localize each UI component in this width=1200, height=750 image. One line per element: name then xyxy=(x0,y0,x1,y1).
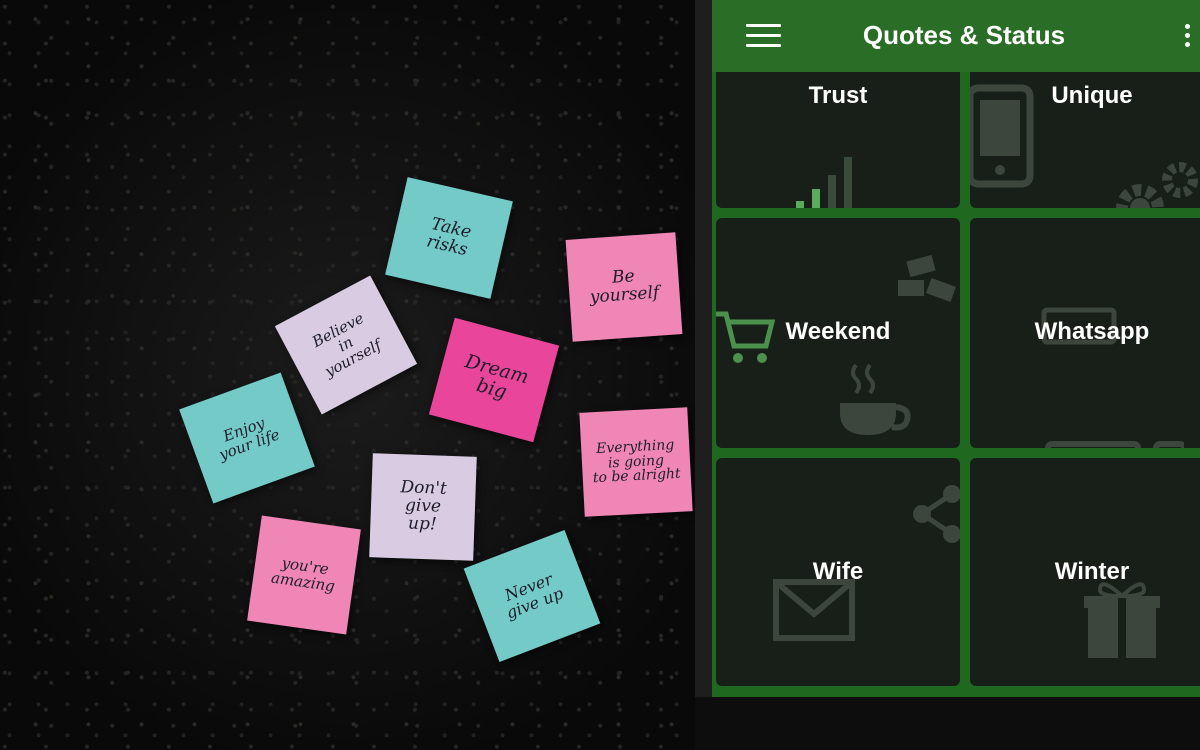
sticky-note-dream-big: Dream big xyxy=(428,317,560,443)
mail-envelope-icon xyxy=(773,579,855,641)
sticky-note-be-yourself: Be yourself xyxy=(565,232,683,342)
category-label: Whatsapp xyxy=(1034,318,1150,345)
gift-box-icon xyxy=(1084,582,1160,658)
sticky-note-enjoy-your-life: Enjoy your life xyxy=(179,372,315,504)
category-tile-whatsapp[interactable]: Whatsapp xyxy=(970,218,1200,448)
category-label: Winter xyxy=(1054,558,1130,585)
panel-divider xyxy=(695,0,712,750)
share-icon xyxy=(913,485,960,543)
category-tile-weekend[interactable]: Weekend xyxy=(716,218,960,448)
coffee-cup-icon xyxy=(840,363,911,435)
app-bar: Quotes & Status xyxy=(712,0,1200,72)
bottom-strip xyxy=(695,697,1200,750)
sticky-note-youre-amazing: you're amazing xyxy=(247,515,361,635)
sticky-note-dont-give-up: Don't give up! xyxy=(369,453,477,561)
quotes-app-panel: Trust Unique Weekend Whatsapp Wife Winte… xyxy=(712,0,1200,697)
category-tile-winter[interactable]: Winter xyxy=(970,458,1200,686)
signal-bars-icon xyxy=(796,157,852,208)
background-photo: Take risks Be yourself Believe in yourse… xyxy=(0,0,695,750)
sticky-note-believe-in-yourself: Believe in yourself xyxy=(274,275,418,415)
category-label: Trust xyxy=(808,82,868,109)
category-tile-wife[interactable]: Wife xyxy=(716,458,960,686)
category-label: Wife xyxy=(812,558,864,585)
sticky-note-never-give-up: Never give up xyxy=(463,529,601,663)
sticky-note-take-risks: Take risks xyxy=(385,177,513,299)
sticky-note-everything-is-going-to-be-alright: Everything is going to be alright xyxy=(579,407,693,517)
bricks-icon xyxy=(898,254,956,302)
hamburger-menu-icon[interactable] xyxy=(744,20,784,52)
settings-gears-icon xyxy=(1116,162,1198,208)
more-vertical-icon[interactable] xyxy=(1180,22,1196,50)
desktop-computer-icon xyxy=(1045,441,1184,448)
category-label: Unique xyxy=(1051,82,1133,109)
category-tile-trust[interactable]: Trust xyxy=(716,60,960,208)
category-tile-unique[interactable]: Unique xyxy=(970,60,1200,208)
app-title: Quotes & Status xyxy=(862,20,1066,50)
category-label: Weekend xyxy=(785,318,891,345)
